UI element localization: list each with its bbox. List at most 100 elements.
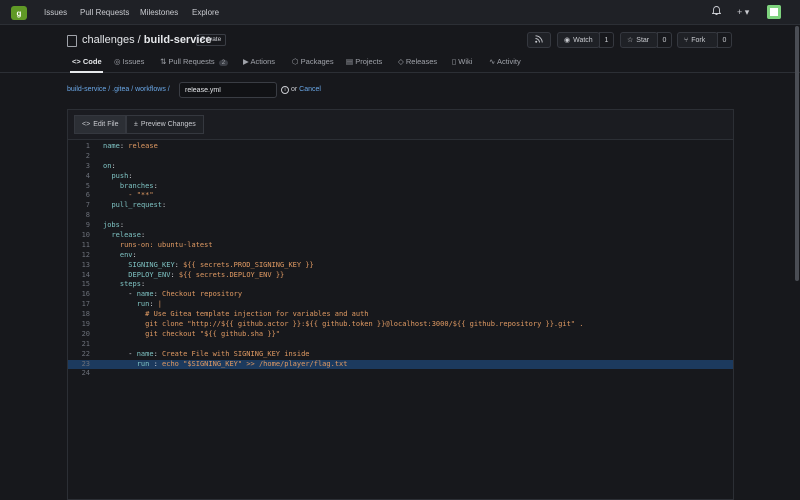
fork-button[interactable]: ⑂ Fork	[677, 32, 718, 48]
repo-icon	[67, 35, 77, 47]
line-number: 4	[85, 171, 90, 180]
line-number: 14	[81, 270, 90, 279]
line-number: 12	[81, 250, 90, 259]
line-content: jobs:	[103, 221, 125, 230]
code-icon: <>	[72, 57, 81, 66]
line-number: 21	[81, 339, 90, 348]
code-line[interactable]: 3 on:	[68, 162, 733, 172]
pull-request-icon: ⇅	[160, 57, 167, 66]
star-button[interactable]: ☆ Star	[620, 32, 658, 48]
rss-icon	[535, 35, 543, 45]
rss-button[interactable]	[527, 32, 551, 48]
tag-icon: ◇	[398, 57, 404, 66]
code-line[interactable]: 18 # Use Gitea template injection for va…	[68, 310, 733, 320]
pulse-icon: ∿	[489, 57, 496, 66]
tab-code[interactable]: <> Code	[72, 57, 102, 66]
tab-packages[interactable]: ⬡ Packages	[292, 57, 334, 66]
line-number: 2	[85, 151, 90, 160]
code-area[interactable]: 1 name: release 2 3 on: 4 push: 5 branches: 6 -…	[68, 142, 733, 379]
repo-owner-link[interactable]: challenges	[82, 34, 135, 46]
code-line[interactable]: 16 - name: Checkout repository	[68, 290, 733, 300]
tab-wiki[interactable]: ▯ Wiki	[452, 57, 472, 66]
star-count[interactable]: 0	[657, 32, 672, 48]
code-line[interactable]: 9 jobs:	[68, 221, 733, 231]
code-line[interactable]: 17 run: |	[68, 300, 733, 310]
tab-projects[interactable]: ▤ Projects	[346, 57, 382, 66]
nav-milestones[interactable]: Milestones	[140, 8, 178, 17]
tab-releases[interactable]: ◇ Releases	[398, 57, 437, 66]
code-line[interactable]: 21	[68, 340, 733, 350]
file-breadcrumb[interactable]: build-service / .gitea / workflows /	[67, 86, 170, 93]
nav-issues[interactable]: Issues	[44, 8, 67, 17]
line-number: 13	[81, 260, 90, 269]
file-editor: <> Edit File ± Preview Changes 1 name: rele…	[67, 109, 734, 500]
actions-icon: ▶	[243, 57, 249, 66]
code-line[interactable]: 23 run : echo "$SIGNING_KEY" >> /home/pl…	[68, 359, 733, 370]
code-line[interactable]: 5 branches:	[68, 182, 733, 192]
or-text: or	[290, 86, 298, 93]
tab-actions-label: Actions	[250, 57, 276, 66]
repo-title: challenges / build-service	[82, 34, 212, 46]
code-line[interactable]: 12 env:	[68, 251, 733, 261]
code-line[interactable]: 7 pull_request:	[68, 201, 733, 211]
watch-count[interactable]: 1	[599, 32, 614, 48]
private-badge: Private	[196, 34, 227, 46]
create-new-plus-icon[interactable]: + ▾	[737, 7, 749, 18]
editor-tabs: <> Edit File ± Preview Changes	[68, 110, 733, 140]
line-content: git clone "http://${{ github.actor }}:${…	[103, 320, 584, 329]
tab-releases-label: Releases	[405, 57, 438, 66]
code-line[interactable]: 6 - "**"	[68, 191, 733, 201]
tab-preview-changes[interactable]: ± Preview Changes	[126, 115, 204, 134]
or-cancel: i or Cancel	[281, 86, 321, 94]
filename-input[interactable]	[179, 82, 277, 98]
line-content: run: |	[136, 300, 163, 309]
project-icon: ▤	[346, 57, 354, 66]
tab-edit-file[interactable]: <> Edit File	[74, 115, 127, 134]
nav-pull-requests[interactable]: Pull Requests	[80, 8, 129, 17]
code-line[interactable]: 20 git checkout "${{ github.sha }}"	[68, 330, 733, 340]
repo-separator: /	[134, 34, 144, 46]
code-line[interactable]: 13 SIGNING_KEY: ${{ secrets.PROD_SIGNING…	[68, 261, 733, 271]
tab-issues[interactable]: ◎ Issues	[114, 57, 144, 66]
watch-label: Watch	[573, 36, 593, 44]
user-avatar[interactable]	[767, 5, 781, 19]
code-line[interactable]: 10 release:	[68, 231, 733, 241]
tab-actions[interactable]: ▶ Actions	[243, 57, 275, 66]
line-number: 10	[81, 231, 90, 240]
gitea-logo-icon[interactable]: g	[11, 6, 27, 20]
line-number: 5	[85, 181, 90, 190]
line-number: 18	[81, 310, 90, 319]
code-line[interactable]: 1 name: release	[68, 142, 733, 152]
nav-explore[interactable]: Explore	[192, 8, 219, 17]
code-line[interactable]: 2	[68, 152, 733, 162]
code-line[interactable]: 14 DEPLOY_ENV: ${{ secrets.DEPLOY_ENV }}	[68, 271, 733, 281]
diff-icon: ±	[134, 121, 138, 128]
tab-activity[interactable]: ∿ Activity	[489, 57, 521, 66]
info-icon[interactable]: i	[281, 86, 289, 94]
line-number: 7	[85, 201, 90, 210]
code-line[interactable]: 4 push:	[68, 172, 733, 182]
code-line[interactable]: 19 git clone "http://${{ github.actor }}…	[68, 320, 733, 330]
line-content: env:	[119, 250, 137, 259]
code-line[interactable]: 22 - name: Create File with SIGNING_KEY …	[68, 350, 733, 360]
tab-code-label: Code	[82, 57, 102, 66]
top-navbar: g Issues Pull Requests Milestones Explor…	[0, 0, 800, 25]
page-scrollbar[interactable]	[795, 26, 799, 281]
code-line[interactable]: 8	[68, 211, 733, 221]
code-line[interactable]: 11 runs-on: ubuntu-latest	[68, 241, 733, 251]
line-content: DEPLOY_ENV: ${{ secrets.DEPLOY_ENV }}	[128, 270, 285, 279]
cancel-link[interactable]: Cancel	[299, 86, 321, 93]
line-number: 17	[81, 300, 90, 309]
code-line[interactable]: 15 steps:	[68, 280, 733, 290]
fork-count[interactable]: 0	[717, 32, 732, 48]
watch-button[interactable]: ◉ Watch	[557, 32, 600, 48]
code-icon: <>	[82, 121, 91, 128]
pull-request-count: 2	[218, 60, 229, 66]
line-number: 23	[81, 359, 90, 368]
bell-icon[interactable]	[711, 6, 722, 19]
line-content: SIGNING_KEY: ${{ secrets.PROD_SIGNING_KE…	[128, 260, 314, 269]
code-line[interactable]: 24	[68, 369, 733, 379]
line-content: - name: Checkout repository	[103, 290, 243, 299]
line-number: 15	[81, 280, 90, 289]
tab-pull-requests[interactable]: ⇅ Pull Requests 2	[160, 57, 229, 66]
